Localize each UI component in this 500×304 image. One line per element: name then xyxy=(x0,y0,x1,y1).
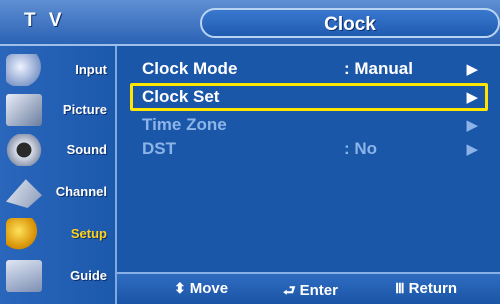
return-icon: Ⅲ xyxy=(395,280,405,296)
sidebar: Input Picture Sound Channel Setup Guide xyxy=(0,46,117,304)
right-arrow-icon: ▶ xyxy=(466,89,478,106)
sidebar-item-label: Setup xyxy=(70,226,107,241)
sound-icon xyxy=(6,134,42,166)
tv-label: T V xyxy=(24,10,66,31)
menu-row-dst[interactable]: DST : No ▶ xyxy=(130,135,488,163)
page-title: Clock xyxy=(324,14,376,35)
menu-row-clock-mode[interactable]: Clock Mode : Manual ▶ xyxy=(130,55,488,83)
channel-icon xyxy=(6,179,42,208)
header-bar: T V Clock xyxy=(0,0,500,46)
menu-row-label: DST xyxy=(142,139,176,158)
title-pill: Clock xyxy=(200,8,500,38)
return-label: Return xyxy=(408,280,457,297)
enter-icon: ⮐ xyxy=(283,282,296,298)
enter-label: Enter xyxy=(299,282,338,299)
menu-row-value: : No xyxy=(344,139,378,158)
sidebar-item-picture[interactable]: Picture xyxy=(0,90,117,130)
return-hint: Ⅲ Return xyxy=(395,280,457,297)
move-icon: ⬍ xyxy=(174,280,186,296)
right-arrow-icon: ▶ xyxy=(466,141,478,158)
move-hint: ⬍ Move xyxy=(174,280,228,297)
menu-row-label: Clock Mode xyxy=(142,59,238,78)
right-arrow-icon: ▶ xyxy=(466,117,478,134)
sidebar-item-guide[interactable]: Guide xyxy=(0,256,117,296)
menu-row-label: Time Zone xyxy=(142,115,227,134)
sidebar-item-label: Picture xyxy=(62,102,107,117)
picture-icon xyxy=(6,94,42,126)
guide-icon xyxy=(6,260,42,292)
sidebar-item-label: Guide xyxy=(70,268,107,283)
tv-osd-screen: T V Clock Input Picture Sound Channel Se… xyxy=(0,0,500,304)
footer-bar: ⬍ Move ⮐ Enter Ⅲ Return xyxy=(117,272,500,304)
sidebar-item-label: Sound xyxy=(66,142,107,157)
sidebar-item-label: Input xyxy=(75,62,107,77)
enter-hint: ⮐ Enter xyxy=(283,280,338,304)
sidebar-item-setup[interactable]: Setup xyxy=(0,214,117,254)
menu-row-label: Clock Set xyxy=(142,87,220,106)
sidebar-item-channel[interactable]: Channel xyxy=(0,172,117,212)
sidebar-item-input[interactable]: Input xyxy=(0,50,117,90)
sidebar-item-label: Channel xyxy=(55,184,107,199)
menu-row-value: : Manual xyxy=(344,59,413,78)
setup-icon xyxy=(6,218,42,250)
right-arrow-icon: ▶ xyxy=(466,61,478,78)
menu-row-clock-set[interactable]: Clock Set ▶ xyxy=(130,83,488,111)
input-icon xyxy=(6,54,42,86)
sidebar-item-sound[interactable]: Sound xyxy=(0,130,117,170)
move-label: Move xyxy=(189,280,229,297)
